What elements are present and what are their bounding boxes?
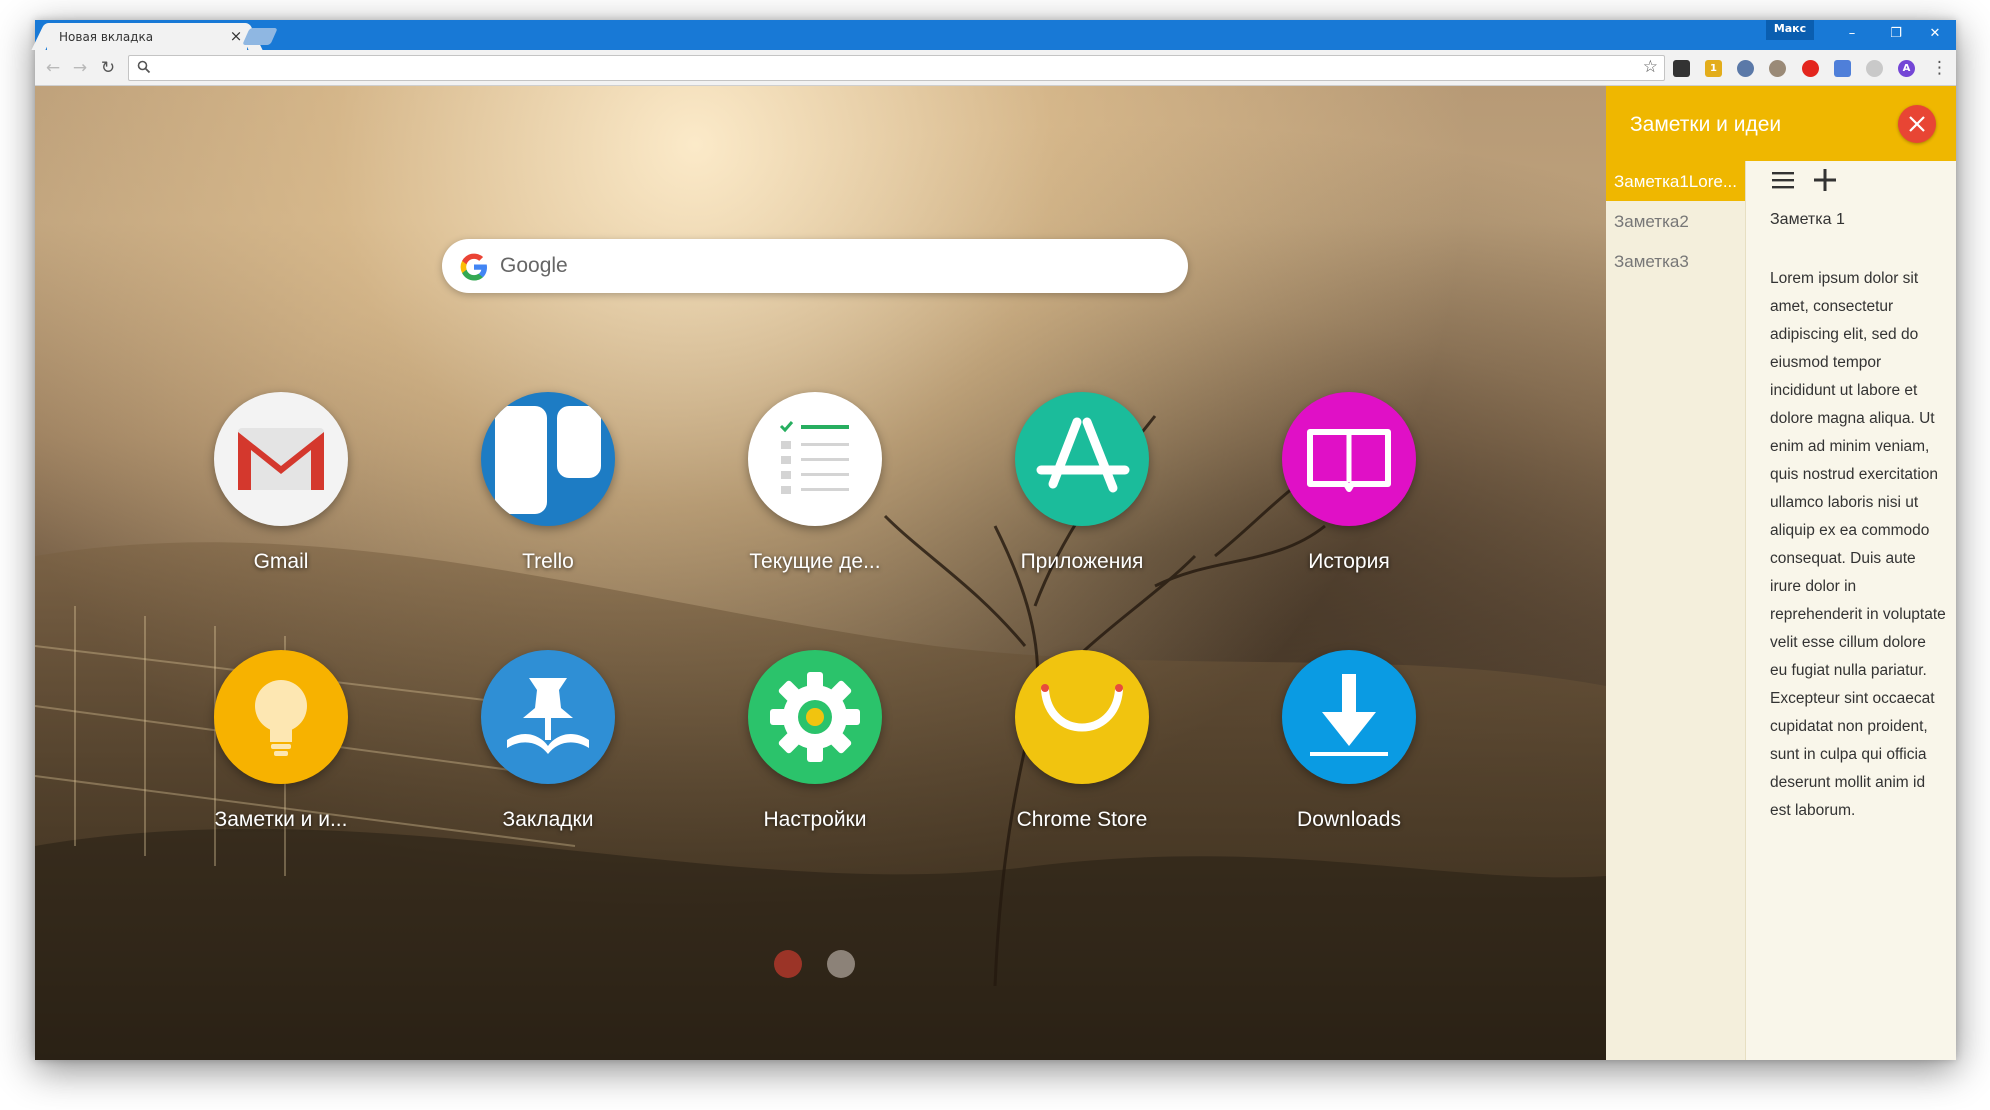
search-icon xyxy=(137,60,151,74)
google-g-icon xyxy=(460,253,487,281)
todo-list-icon xyxy=(748,392,882,526)
pushpin-icon xyxy=(481,650,615,784)
minimize-button[interactable]: – xyxy=(1830,20,1874,48)
app-label: Текущие де... xyxy=(749,550,881,573)
address-bar[interactable]: ☆ xyxy=(128,55,1665,81)
close-icon xyxy=(1909,116,1925,132)
opera-icon[interactable] xyxy=(1802,60,1819,77)
close-window-button[interactable]: ✕ xyxy=(1913,20,1957,48)
book-icon xyxy=(1282,392,1416,526)
google-search-bar[interactable] xyxy=(442,239,1188,293)
page-dot-1[interactable] xyxy=(774,950,802,978)
notes-list: Заметка1Lore... Заметка2 Заметка3 xyxy=(1606,161,1746,1060)
new-tab-page: Gmail Trello xyxy=(35,86,1606,1060)
add-note-icon[interactable] xyxy=(1810,165,1840,195)
note-title-field[interactable]: Заметка 1 xyxy=(1770,211,1845,229)
notes-panel: Заметки и идеи Заметка1Lore... Заметка2 … xyxy=(1606,86,1956,1060)
app-label: Закладки xyxy=(502,808,594,831)
app-chrome-store[interactable]: Chrome Store xyxy=(972,650,1192,832)
page-dot-2[interactable] xyxy=(827,950,855,978)
app-settings[interactable]: Настройки xyxy=(705,650,925,832)
browser-menu-icon[interactable]: ⋮ xyxy=(1931,57,1948,79)
search-input[interactable] xyxy=(500,252,1160,280)
lightbulb-icon xyxy=(214,650,348,784)
hamburger-menu-icon[interactable] xyxy=(1768,165,1798,195)
app-bookmarks[interactable]: Закладки xyxy=(438,650,658,832)
app-downloads[interactable]: Downloads xyxy=(1239,650,1459,832)
app-store-icon xyxy=(1015,392,1149,526)
cat-icon[interactable] xyxy=(1769,60,1786,77)
owl-icon[interactable] xyxy=(1737,60,1754,77)
app-history[interactable]: История xyxy=(1239,392,1459,574)
pocket-icon[interactable] xyxy=(1673,60,1690,77)
new-tab-button[interactable] xyxy=(242,28,278,45)
app-gmail[interactable]: Gmail xyxy=(171,392,391,574)
app-todo[interactable]: Текущие де... xyxy=(705,392,925,574)
note-body-text[interactable]: Lorem ipsum dolor sit amet, consectetur … xyxy=(1770,265,1946,825)
notes-ext-icon[interactable]: 1 xyxy=(1705,60,1722,77)
note-list-item[interactable]: Заметка2 xyxy=(1606,201,1745,241)
app-label: История xyxy=(1308,550,1390,573)
app-label: Gmail xyxy=(253,550,309,573)
address-input[interactable] xyxy=(157,59,1617,77)
gear-icon xyxy=(748,650,882,784)
gmail-icon xyxy=(214,392,348,526)
app-label: Downloads xyxy=(1297,808,1401,831)
back-button[interactable]: ← xyxy=(42,57,64,79)
notes-header: Заметки и идеи xyxy=(1606,86,1956,161)
translate-icon[interactable] xyxy=(1834,60,1851,77)
forward-button[interactable]: → xyxy=(69,57,91,79)
gray-circle-icon[interactable] xyxy=(1866,60,1883,77)
tab-new-tab[interactable]: Новая вкладка × xyxy=(47,23,247,50)
app-label: Заметки и и... xyxy=(214,808,348,831)
notes-title: Заметки и идеи xyxy=(1630,113,1782,136)
note-editor: Заметка 1 Lorem ipsum dolor sit amet, co… xyxy=(1746,161,1956,1060)
trello-icon xyxy=(481,392,615,526)
download-arrow-icon xyxy=(1282,650,1416,784)
notes-close-button[interactable] xyxy=(1898,105,1936,143)
app-store-apps[interactable]: Приложения xyxy=(972,392,1192,574)
app-notes[interactable]: Заметки и и... xyxy=(171,650,391,832)
app-trello[interactable]: Trello xyxy=(438,392,658,574)
note-list-item[interactable]: Заметка3 xyxy=(1606,241,1745,281)
profile-button[interactable]: Макс xyxy=(1766,20,1814,40)
app-label: Настройки xyxy=(763,808,867,831)
vpn-a-icon[interactable]: A xyxy=(1898,60,1915,77)
reload-button[interactable]: ↻ xyxy=(97,57,119,79)
browser-toolbar: ← → ↻ ☆ 1 A ⋮ xyxy=(35,50,1956,86)
smile-bag-icon xyxy=(1015,650,1149,784)
bookmark-star-icon[interactable]: ☆ xyxy=(1643,57,1658,77)
app-label: Chrome Store xyxy=(1016,808,1148,831)
app-label: Trello xyxy=(522,550,574,573)
browser-window: Новая вкладка × Макс – ❐ ✕ ← → ↻ ☆ 1 A ⋮ xyxy=(35,20,1956,1060)
app-label: Приложения xyxy=(1020,550,1144,573)
restore-button[interactable]: ❐ xyxy=(1874,20,1918,48)
title-bar: Новая вкладка × Макс – ❐ ✕ xyxy=(35,20,1956,50)
tab-close-icon[interactable]: × xyxy=(227,27,245,45)
note-list-item[interactable]: Заметка1Lore... xyxy=(1606,161,1745,201)
tab-title: Новая вкладка xyxy=(59,30,154,44)
